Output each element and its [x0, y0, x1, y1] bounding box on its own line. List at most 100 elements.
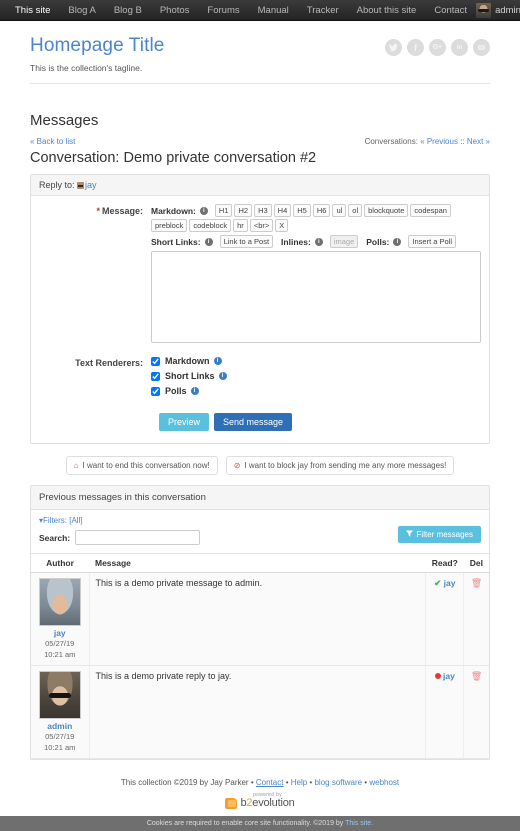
- recipient-avatar-icon: [77, 182, 85, 189]
- previous-conversation-link[interactable]: « Previous: [420, 137, 458, 146]
- messages-table-header-row: Author Message Read? Del: [31, 553, 489, 573]
- rss-email-icon[interactable]: [473, 39, 490, 56]
- renderer-short-links[interactable]: Short Links i: [151, 371, 481, 381]
- markdown-btn-ol[interactable]: ol: [348, 204, 363, 217]
- evobar-item-blog-a[interactable]: Blog A: [59, 0, 104, 21]
- column-author: Author: [31, 553, 89, 573]
- messages-table-head: Author Message Read? Del: [31, 553, 489, 573]
- markdown-toolbar: Markdown: i H1 H2 H3 H4 H5 H6 ul ol bloc…: [151, 204, 481, 232]
- renderer-polls-help-icon[interactable]: i: [190, 387, 199, 395]
- renderer-polls-checkbox[interactable]: [151, 386, 160, 396]
- b2evolution-wordmark: powered by b2evolution: [240, 793, 294, 809]
- footer-sep-1: •: [250, 778, 254, 787]
- short-links-group: Short Links: i Link to a Post: [151, 235, 274, 248]
- markdown-btn-hr[interactable]: hr: [233, 219, 248, 232]
- author-avatar[interactable]: [38, 578, 81, 626]
- evobar-item-contact[interactable]: Contact: [425, 0, 476, 21]
- preview-button[interactable]: Preview: [159, 413, 210, 431]
- row-read-cell: ✔ jay: [425, 572, 465, 666]
- link-to-a-post-button[interactable]: Link to a Post: [219, 235, 274, 248]
- cookie-notice-link[interactable]: This site.: [345, 820, 373, 827]
- markdown-btn-preblock[interactable]: preblock: [151, 219, 188, 232]
- evobar-item-photos[interactable]: Photos: [151, 0, 199, 21]
- footer-link-webhost[interactable]: webhost: [369, 778, 399, 787]
- author-name-link[interactable]: admin: [37, 721, 83, 731]
- message-textarea[interactable]: [151, 251, 481, 343]
- evobar-item-manual[interactable]: Manual: [249, 0, 298, 21]
- footer-sep-4: •: [364, 778, 368, 787]
- markdown-btn-h5[interactable]: H5: [293, 204, 311, 217]
- filters-value[interactable]: [All]: [69, 516, 82, 525]
- author-name-link[interactable]: jay: [37, 628, 83, 638]
- renderer-short-links-label: Short Links: [165, 371, 215, 381]
- back-to-list-link[interactable]: « Back to list: [30, 137, 75, 146]
- markdown-btn-codeblock[interactable]: codeblock: [189, 219, 232, 232]
- powered-by-credit[interactable]: powered by b2evolution: [30, 793, 490, 809]
- facebook-icon[interactable]: [407, 39, 424, 56]
- next-conversation-link[interactable]: Next »: [467, 137, 490, 146]
- conversation-navigation: « Back to list Conversations: « Previous…: [30, 137, 490, 146]
- renderer-markdown[interactable]: Markdown i: [151, 356, 481, 366]
- markdown-btn-clear[interactable]: X: [275, 219, 289, 232]
- renderer-polls-label: Polls: [165, 386, 187, 396]
- end-conversation-button[interactable]: ⌂ I want to end this conversation now!: [65, 456, 218, 475]
- polls-help-icon[interactable]: i: [393, 237, 402, 246]
- markdown-btn-h3[interactable]: H3: [254, 204, 272, 217]
- markdown-btn-ul[interactable]: ul: [332, 204, 347, 217]
- markdown-btn-br[interactable]: <br>: [249, 219, 274, 232]
- reply-panel-body: * Message: Markdown: i H1 H2 H3 H4 H5 H6 …: [31, 196, 489, 443]
- reply-to-user-link[interactable]: jay: [85, 180, 97, 190]
- markdown-btn-h1[interactable]: H1: [214, 204, 233, 217]
- messages-table-body: jay 05/27/19 10:21 am This is a demo pri…: [31, 572, 489, 759]
- reply-panel-header: Reply to: jay: [31, 175, 489, 196]
- markdown-btn-codespan[interactable]: codespan: [410, 204, 451, 217]
- markdown-help-icon[interactable]: i: [199, 206, 208, 215]
- evobar-item-this-site[interactable]: This site: [6, 0, 59, 21]
- filter-messages-button[interactable]: Filter messages: [397, 526, 481, 543]
- footer-link-contact[interactable]: Contact: [256, 778, 284, 787]
- evobar-item-forums[interactable]: Forums: [198, 0, 248, 21]
- renderer-polls[interactable]: Polls i: [151, 386, 481, 396]
- filters-toggle[interactable]: ▾Filters: [All]: [39, 516, 481, 525]
- renderer-markdown-help-icon[interactable]: i: [213, 357, 222, 365]
- evobar-username[interactable]: admin: [495, 5, 520, 16]
- markdown-btn-blockquote[interactable]: blockquote: [364, 204, 409, 217]
- polls-group: Polls: i Insert a Poll: [366, 235, 457, 248]
- read-user-label[interactable]: jay: [443, 671, 455, 681]
- user-avatar-icon[interactable]: [476, 2, 492, 18]
- trash-icon[interactable]: 🗑: [471, 671, 482, 681]
- trash-icon[interactable]: 🗑: [471, 578, 482, 588]
- evobar-item-tracker[interactable]: Tracker: [298, 0, 348, 21]
- reply-to-label: Reply to:: [39, 180, 75, 190]
- markdown-btn-h2[interactable]: H2: [234, 204, 253, 217]
- evobar-item-about[interactable]: About this site: [348, 0, 426, 21]
- message-label-text: Message:: [101, 206, 143, 216]
- polls-label: Polls:: [366, 236, 390, 247]
- insert-a-poll-button[interactable]: Insert a Poll: [408, 235, 457, 248]
- search-input[interactable]: [75, 530, 201, 545]
- read-user-label[interactable]: jay: [444, 578, 456, 588]
- twitter-icon[interactable]: [385, 39, 402, 56]
- previous-messages-header: Previous messages in this conversation: [31, 486, 489, 510]
- markdown-btn-h6[interactable]: H6: [312, 204, 331, 217]
- google-plus-icon[interactable]: G+: [429, 39, 446, 56]
- filter-messages-label: Filter messages: [416, 530, 473, 539]
- text-renderers-row: Text Renderers: Markdown i Short Links i: [39, 356, 481, 401]
- footer-link-blog-software[interactable]: blog software: [314, 778, 362, 787]
- brand-name: b2evolution: [240, 797, 294, 809]
- renderer-short-links-help-icon[interactable]: i: [218, 372, 227, 380]
- short-links-help-icon[interactable]: i: [204, 237, 213, 246]
- b2evolution-logo-icon: [225, 798, 238, 809]
- footer-link-help[interactable]: Help: [291, 778, 307, 787]
- inline-image-button[interactable]: image: [329, 235, 359, 248]
- renderer-short-links-checkbox[interactable]: [151, 371, 160, 381]
- send-message-button[interactable]: Send message: [214, 413, 293, 431]
- linkedin-icon[interactable]: in: [451, 39, 468, 56]
- author-avatar[interactable]: [38, 671, 81, 719]
- evobar-item-blog-b[interactable]: Blog B: [105, 0, 151, 21]
- renderer-markdown-checkbox[interactable]: [151, 356, 160, 366]
- markdown-toolbar-label: Markdown:: [151, 205, 196, 216]
- markdown-btn-h4[interactable]: H4: [273, 204, 292, 217]
- block-user-button[interactable]: ⊘ I want to block jay from sending me an…: [225, 456, 455, 475]
- inlines-help-icon[interactable]: i: [314, 237, 323, 246]
